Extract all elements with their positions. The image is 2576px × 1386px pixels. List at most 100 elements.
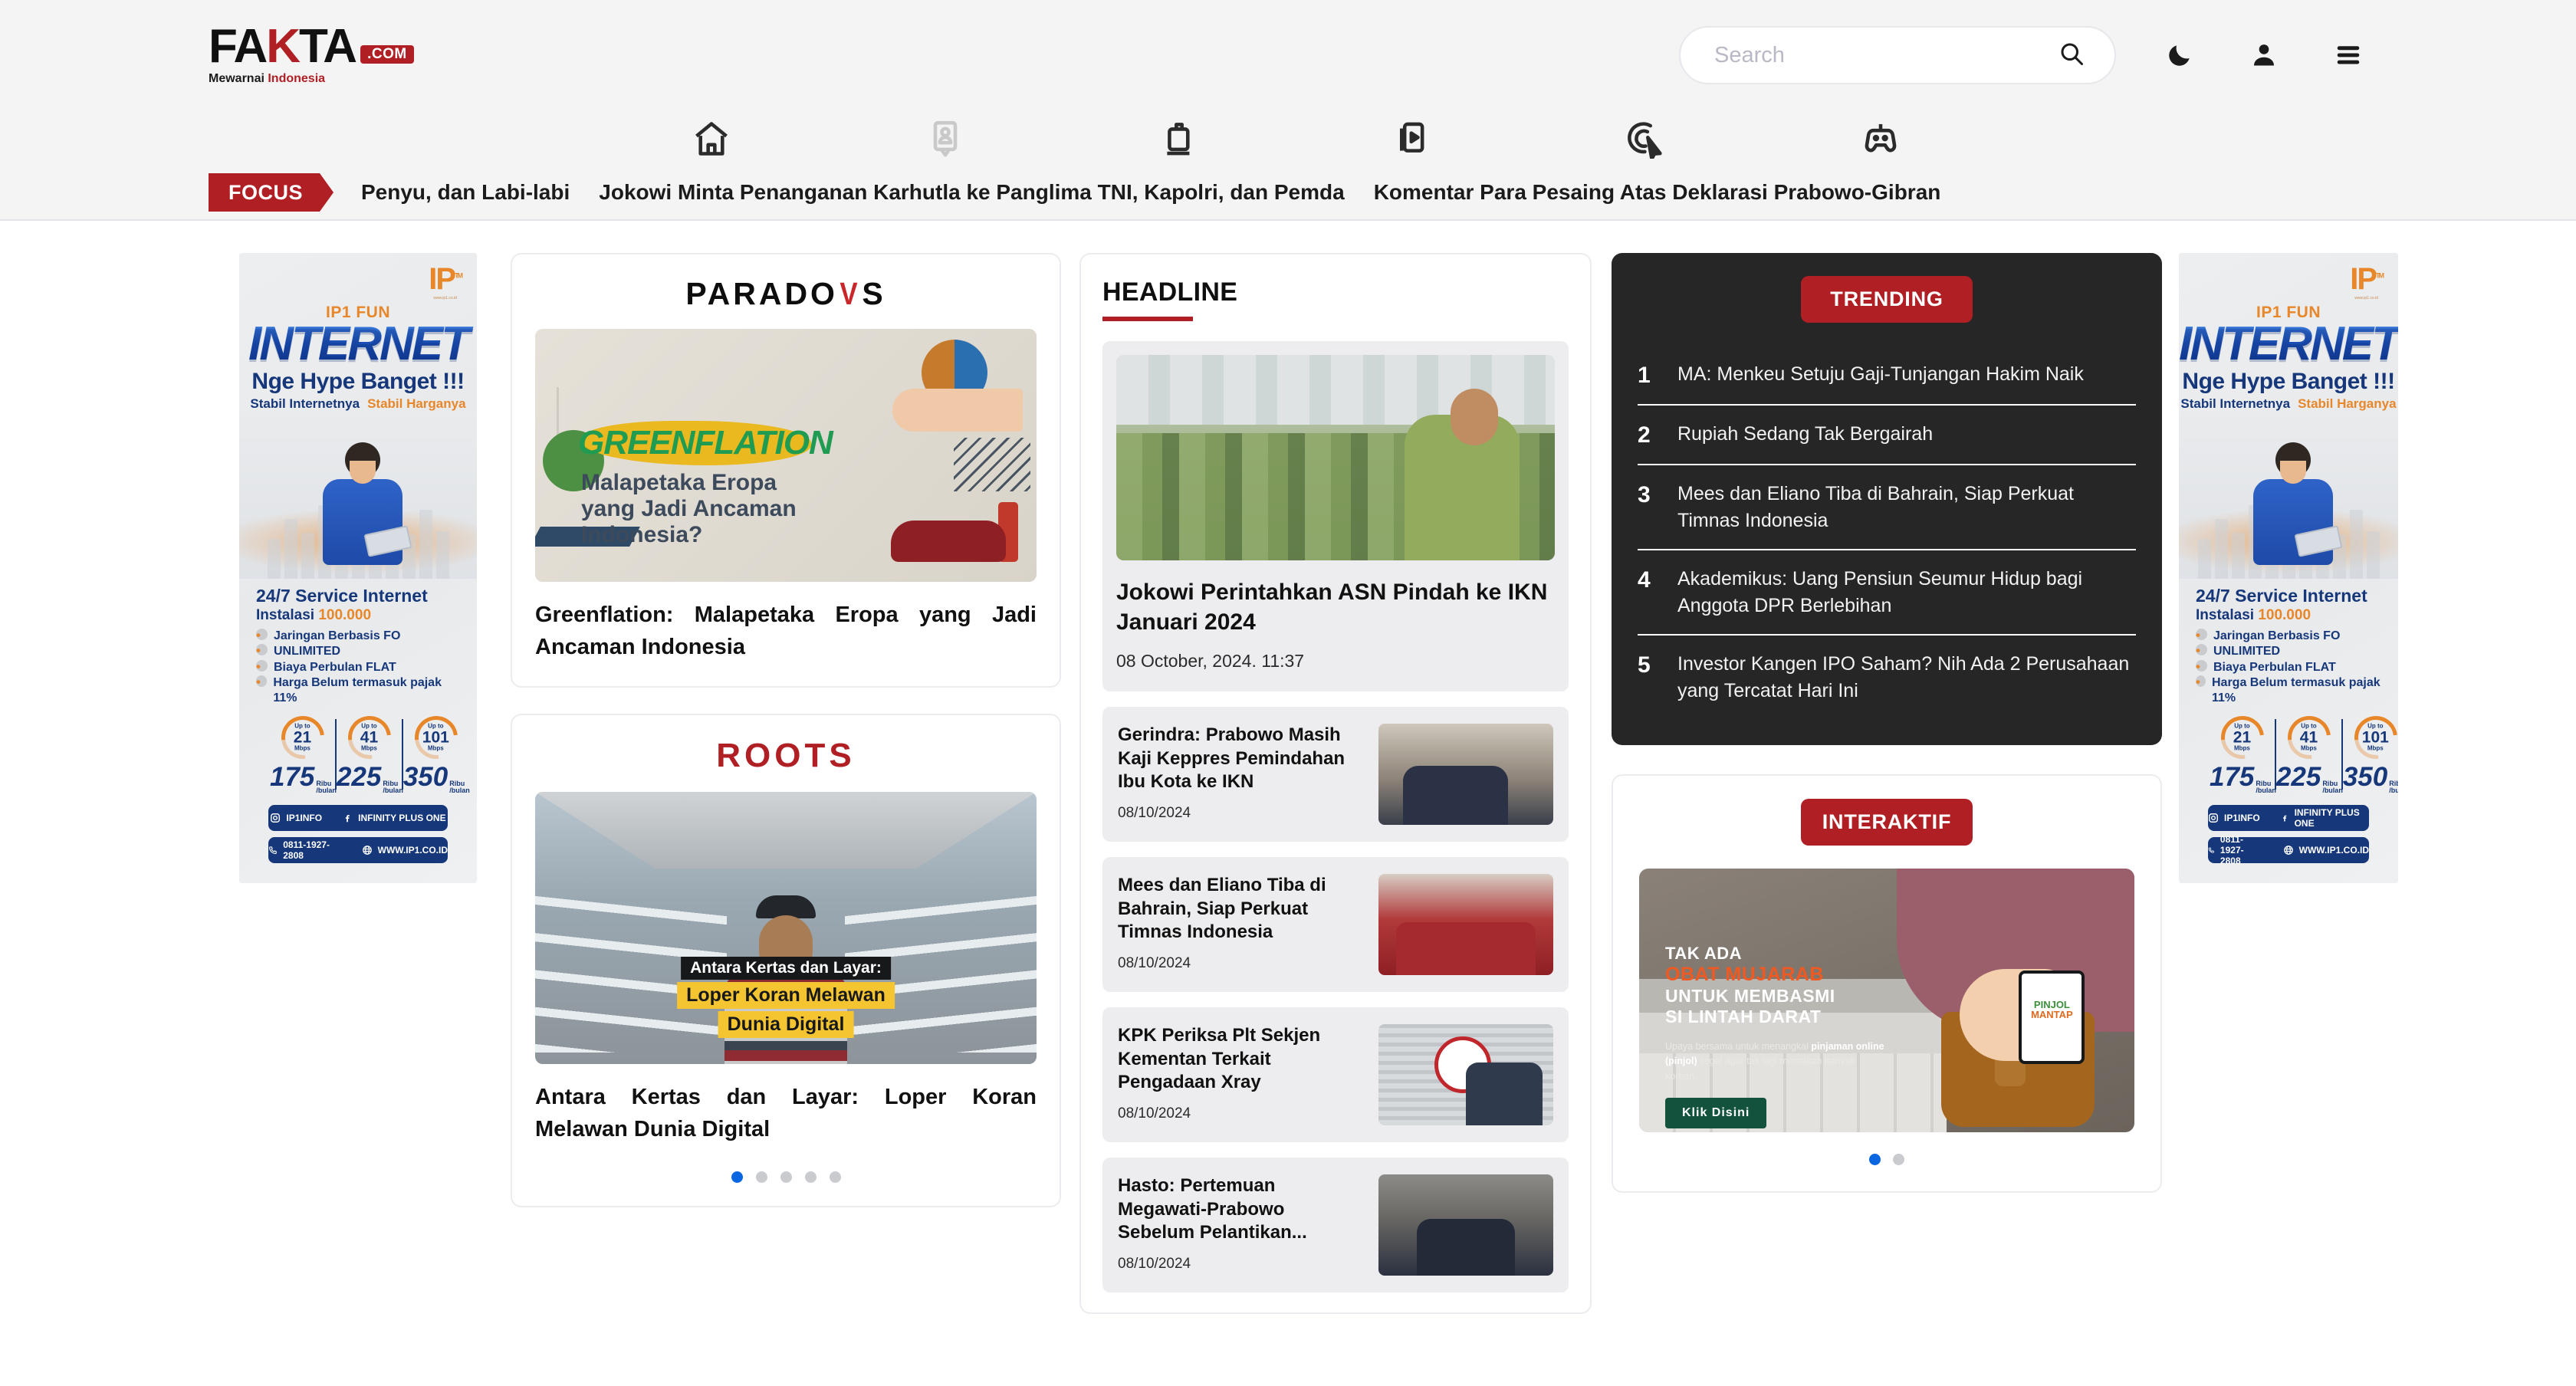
tagline-indonesia: Indonesia bbox=[268, 72, 326, 86]
ad-contact-row[interactable]: 0811-1927-2808 WWW.IP1.CO.ID bbox=[268, 837, 448, 864]
ad-social-row[interactable]: IP1INFO INFINITY PLUS ONE bbox=[268, 805, 448, 832]
paradoks-card[interactable]: PARADO V S GREENFLATION Malapetaka Eropa y… bbox=[511, 253, 1061, 688]
roots-caption-line3: Dunia Digital bbox=[718, 1011, 854, 1039]
klik-disini-button[interactable]: Klik Disini bbox=[1665, 1098, 1767, 1129]
ad-social-row[interactable]: IP1INFO INFINITY PLUS ONE bbox=[2208, 805, 2369, 832]
ad-banner-right[interactable]: IPTM www.ip1.co.id IP1 FUN INTERNET Nge … bbox=[2179, 253, 2398, 884]
site-logo[interactable]: FA K TA .COM Mewarnai Indonesia bbox=[209, 19, 414, 86]
briefcase-icon[interactable] bbox=[1159, 119, 1199, 159]
carousel-dot[interactable] bbox=[755, 1171, 767, 1184]
account-icon[interactable] bbox=[2243, 34, 2285, 76]
headline-list-item[interactable]: Gerindra: Prabowo Masih Kaji Keppres Pem… bbox=[1102, 707, 1569, 842]
carousel-dot[interactable] bbox=[829, 1171, 841, 1184]
ad-feature: • Harga Belum termasuk pajak 11% bbox=[256, 675, 442, 704]
ad-instagram: IP1INFO bbox=[286, 813, 323, 824]
trending-title[interactable]: Akademikus: Uang Pensiun Seumur Hidup ba… bbox=[1677, 566, 2136, 619]
ad-speed-tiers: Up to 21 Mbps 175 Ribu/bulan Up to 41 Mbp… bbox=[270, 707, 470, 794]
headline-list-item[interactable]: Hasto: Pertemuan Megawati-Prabowo Sebelu… bbox=[1102, 1158, 1569, 1292]
search-input[interactable] bbox=[1714, 42, 2058, 68]
headline-list-item[interactable]: KPK Periksa Plt Sekjen Kementan Terkait … bbox=[1102, 1007, 1569, 1142]
video-player-icon[interactable] bbox=[1393, 119, 1433, 159]
trending-title-badge[interactable]: TRENDING bbox=[1801, 276, 1973, 323]
trending-item[interactable]: 2 Rupiah Sedang Tak Bergairah bbox=[1638, 406, 2136, 465]
site-header: FA K TA .COM Mewarnai Indonesia Search F… bbox=[0, 0, 2576, 221]
ad-photo bbox=[239, 411, 477, 579]
globe-icon bbox=[2283, 846, 2293, 856]
logo-dotcom-badge: .COM bbox=[360, 44, 414, 64]
trending-rank: 4 bbox=[1638, 567, 1651, 593]
roots-logo-text: ROO bbox=[716, 737, 805, 775]
headline-item-title[interactable]: KPK Periksa Plt Sekjen Kementan Terkait … bbox=[1118, 1024, 1365, 1095]
ip1-sub: www.ip1.co.id bbox=[433, 296, 457, 301]
ad-info: 24/7 Service Internet Instalasi 100.000 … bbox=[2179, 579, 2398, 866]
paradoks-title[interactable]: Greenflation: Malapetaka Eropa yang Jadi… bbox=[535, 599, 1037, 663]
focus-item[interactable]: Komentar Para Pesaing Atas Deklarasi Pra… bbox=[1374, 180, 1941, 205]
search-box[interactable] bbox=[1679, 26, 2116, 84]
menu-icon[interactable] bbox=[2328, 34, 2369, 76]
headline-item-title[interactable]: Hasto: Pertemuan Megawati-Prabowo Sebelu… bbox=[1118, 1174, 1365, 1245]
logo-part-fa: FA bbox=[209, 19, 268, 73]
trending-rank: 2 bbox=[1638, 422, 1651, 448]
interaktif-carousel-dots bbox=[1639, 1154, 2134, 1165]
ad-feature: • UNLIMITED bbox=[256, 643, 341, 659]
profile-card-icon[interactable] bbox=[925, 119, 965, 159]
trending-title[interactable]: MA: Menkeu Setuju Gaji-Tunjangan Hakim N… bbox=[1677, 361, 2084, 388]
headline-item-title[interactable]: Mees dan Eliano Tiba di Bahrain, Siap Pe… bbox=[1118, 874, 1365, 944]
headline-item-title[interactable]: Gerindra: Prabowo Masih Kaji Keppres Pem… bbox=[1118, 724, 1365, 794]
logo-wordmark: FA K TA .COM bbox=[209, 19, 414, 73]
main-content: IPTM www.ip1.co.id IP1 FUN INTERNET Nge … bbox=[0, 221, 2576, 1386]
ad-person bbox=[2250, 442, 2343, 579]
trending-item[interactable]: 1 MA: Menkeu Setuju Gaji-Tunjangan Hakim… bbox=[1638, 346, 2136, 406]
interaktif-line3: UNTUK MEMBASMI bbox=[1665, 986, 1835, 1006]
ad-banner-left[interactable]: IPTM www.ip1.co.id IP1 FUN INTERNET Nge … bbox=[239, 253, 477, 884]
carousel-dot[interactable] bbox=[1893, 1154, 1904, 1165]
headline-main-article[interactable]: Jokowi Perintahkan ASN Pindah ke IKN Jan… bbox=[1102, 341, 1569, 691]
focus-ticker: FOCUS Penyu, dan Labi-labi Jokowi Minta … bbox=[0, 167, 2576, 218]
focus-item[interactable]: Penyu, dan Labi-labi bbox=[361, 180, 570, 205]
search-icon[interactable] bbox=[2058, 40, 2085, 71]
trending-title[interactable]: Mees dan Eliano Tiba di Bahrain, Siap Pe… bbox=[1677, 481, 2136, 534]
trending-title[interactable]: Rupiah Sedang Tak Bergairah bbox=[1677, 421, 1933, 448]
dark-mode-icon[interactable] bbox=[2159, 34, 2200, 76]
paradoks-logo-check: V bbox=[840, 276, 860, 311]
roots-thumbnail[interactable]: Antara Kertas dan Layar: Loper Koran Mel… bbox=[535, 792, 1037, 1065]
instagram-icon bbox=[271, 813, 281, 823]
headline-list-item[interactable]: Mees dan Eliano Tiba di Bahrain, Siap Pe… bbox=[1102, 857, 1569, 992]
ad-speed-tier: Up to 21 Mbps 175 Ribu/bulan bbox=[2210, 707, 2276, 794]
roots-caption-line2: Loper Koran Melawan bbox=[677, 982, 895, 1010]
gamepad-icon[interactable] bbox=[1861, 119, 1901, 159]
focus-item[interactable]: Jokowi Minta Penanganan Karhutla ke Pang… bbox=[599, 180, 1344, 205]
headline-main-title[interactable]: Jokowi Perintahkan ASN Pindah ke IKN Jan… bbox=[1116, 577, 1555, 637]
ad-instalasi-value: 100.000 bbox=[318, 606, 372, 623]
trending-item[interactable]: 5 Investor Kangen IPO Saham? Nih Ada 2 P… bbox=[1638, 636, 2136, 719]
trending-item[interactable]: 4 Akademikus: Uang Pensiun Seumur Hidup … bbox=[1638, 550, 2136, 636]
phone-icon bbox=[269, 846, 277, 855]
phone-label-b: MANTAP bbox=[2031, 1009, 2073, 1021]
carousel-dot[interactable] bbox=[804, 1171, 816, 1184]
headline-underline bbox=[1102, 317, 1193, 321]
interaktif-slide-image[interactable]: PINJOL MANTAP TAK ADA OBAT MUJARAB UNTUK … bbox=[1639, 869, 2134, 1132]
ad-feature-list: • Jaringan Berbasis FO • UNLIMITED • Biaya … bbox=[2196, 628, 2381, 706]
ip1-glyph: IPTM bbox=[2350, 262, 2384, 296]
click-cursor-icon[interactable] bbox=[1627, 119, 1667, 161]
interaktif-title-badge[interactable]: INTERAKTIF bbox=[1801, 799, 1973, 846]
interaktif-panel: INTERAKTIF PINJOL MANTAP TAK ADA OBAT MUJ… bbox=[1612, 774, 2162, 1193]
trending-rank: 1 bbox=[1638, 363, 1651, 388]
roots-card[interactable]: ROO T S Antara Kertas dan Layar: Loper Kor… bbox=[511, 714, 1061, 1208]
ad-contact-row[interactable]: 0811-1927-2808 WWW.IP1.CO.ID bbox=[2208, 834, 2369, 866]
carousel-dot[interactable] bbox=[1869, 1154, 1881, 1165]
headline-item-thumbnail bbox=[1378, 1174, 1553, 1276]
roots-title[interactable]: Antara Kertas dan Layar: Loper Koran Mel… bbox=[535, 1081, 1037, 1145]
trending-title[interactable]: Investor Kangen IPO Saham? Nih Ada 2 Per… bbox=[1677, 651, 2136, 704]
instagram-icon bbox=[2209, 813, 2218, 823]
paradoks-logo-text: PARADO bbox=[685, 276, 838, 311]
carousel-dot[interactable] bbox=[780, 1171, 792, 1184]
carousel-dot[interactable] bbox=[731, 1171, 743, 1184]
headline-main-image bbox=[1116, 355, 1555, 560]
home-icon[interactable] bbox=[692, 119, 731, 159]
header-top-bar: FA K TA .COM Mewarnai Indonesia bbox=[0, 0, 2576, 110]
trending-item[interactable]: 3 Mees dan Eliano Tiba di Bahrain, Siap … bbox=[1638, 465, 2136, 550]
ad-speed-tiers: Up to 21 Mbps 175 Ribu/bulan Up to 41 Mbp… bbox=[2210, 707, 2398, 794]
paradoks-thumbnail[interactable]: GREENFLATION Malapetaka Eropa yang Jadi … bbox=[535, 329, 1037, 582]
logo-check-k: K bbox=[266, 19, 301, 73]
